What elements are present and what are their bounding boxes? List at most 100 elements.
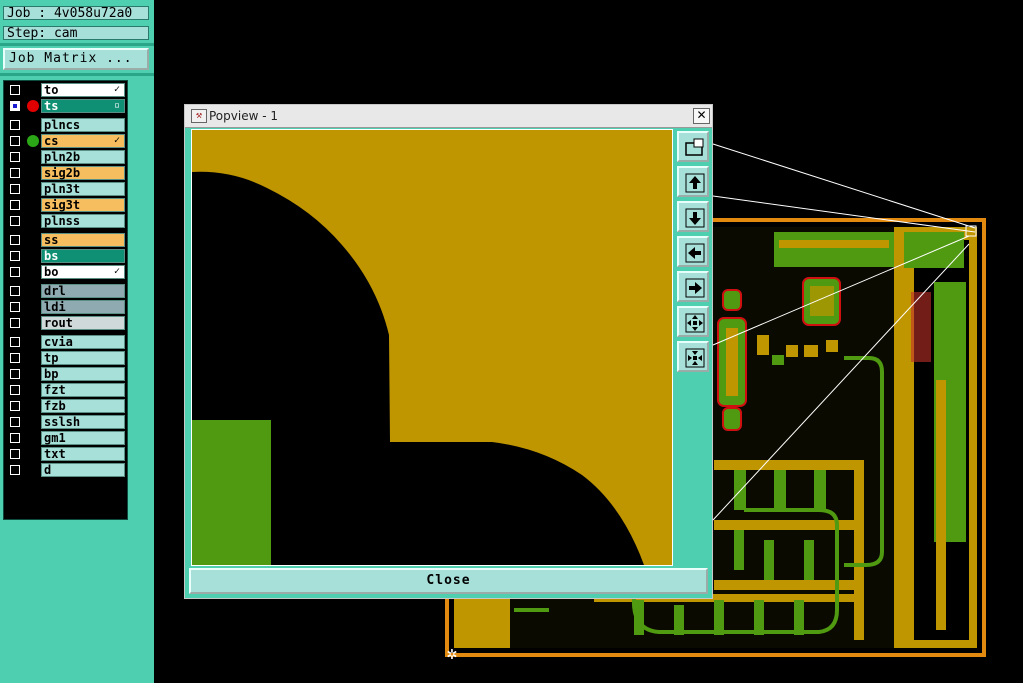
- job-matrix-button[interactable]: Job Matrix ...: [3, 48, 149, 70]
- pan-left-button[interactable]: [677, 236, 709, 267]
- layer-row-cvia[interactable]: cvia: [6, 335, 125, 349]
- layer-checkbox[interactable]: [10, 101, 20, 111]
- pan-left-icon: [685, 243, 705, 263]
- layer-list: to ✓ ts ▫ plncs cs ✓ pln2b sig2b pln3t sig3t plnss s…: [3, 80, 128, 520]
- pan-down-button[interactable]: [677, 201, 709, 232]
- pan-right-button[interactable]: [677, 271, 709, 302]
- layer-row-pln2b[interactable]: pln2b: [6, 150, 125, 164]
- popview-zoom-area[interactable]: [191, 129, 673, 566]
- layer-row-fzt[interactable]: fzt: [6, 383, 125, 397]
- pan-up-button[interactable]: [677, 166, 709, 197]
- layer-color-dot-icon[interactable]: [27, 135, 39, 147]
- layer-name[interactable]: ss: [41, 233, 125, 247]
- layer-row-tp[interactable]: tp: [6, 351, 125, 365]
- layer-color-dot-icon[interactable]: [27, 100, 39, 112]
- layer-name[interactable]: fzt: [41, 383, 125, 397]
- layer-checkbox[interactable]: [10, 433, 20, 443]
- layer-checkbox[interactable]: [10, 267, 20, 277]
- layer-row-sig2b[interactable]: sig2b: [6, 166, 125, 180]
- layer-checkbox[interactable]: [10, 235, 20, 245]
- layer-name[interactable]: gm1: [41, 431, 125, 445]
- layer-checkbox[interactable]: [10, 369, 20, 379]
- layer-name[interactable]: ldi: [41, 300, 125, 314]
- mask-area: [904, 232, 964, 268]
- layer-name[interactable]: d: [41, 463, 125, 477]
- layer-name[interactable]: sig3t: [41, 198, 125, 212]
- layer-checkbox[interactable]: [10, 401, 20, 411]
- layer-name[interactable]: pln3t: [41, 182, 125, 196]
- layer-name[interactable]: txt: [41, 447, 125, 461]
- layer-row-fzb[interactable]: fzb: [6, 399, 125, 413]
- popview-titlebar[interactable]: ⚒ Popview - 1 ✕: [185, 105, 712, 128]
- layer-row-sig3t[interactable]: sig3t: [6, 198, 125, 212]
- layer-checkbox[interactable]: [10, 85, 20, 95]
- zoom-out-button[interactable]: [677, 341, 709, 372]
- layer-marker-icon: ✓: [114, 84, 121, 95]
- layer-row-txt[interactable]: txt: [6, 447, 125, 461]
- layer-row-plnss[interactable]: plnss: [6, 214, 125, 228]
- layer-row-d[interactable]: d: [6, 463, 125, 477]
- layer-marker-icon: ✓: [114, 135, 121, 146]
- layer-checkbox[interactable]: [10, 152, 20, 162]
- layer-checkbox[interactable]: [10, 465, 20, 475]
- layer-name[interactable]: plncs: [41, 118, 125, 132]
- layer-name[interactable]: cs: [41, 134, 125, 148]
- layer-name[interactable]: pln2b: [41, 150, 125, 164]
- layer-name[interactable]: cvia: [41, 335, 125, 349]
- layer-name[interactable]: bs: [41, 249, 125, 263]
- layer-name[interactable]: rout: [41, 316, 125, 330]
- layer-row-ts[interactable]: ts ▫: [6, 99, 125, 113]
- layer-checkbox[interactable]: [10, 449, 20, 459]
- layer-name[interactable]: bo: [41, 265, 125, 279]
- layer-name[interactable]: plnss: [41, 214, 125, 228]
- layer-checkbox[interactable]: [10, 251, 20, 261]
- layer-row-drl[interactable]: drl: [6, 284, 125, 298]
- mask-area: [814, 470, 826, 510]
- layer-checkbox[interactable]: [10, 286, 20, 296]
- layer-row-gm1[interactable]: gm1: [6, 431, 125, 445]
- layer-row-bo[interactable]: bo ✓: [6, 265, 125, 279]
- layer-row-pln3t[interactable]: pln3t: [6, 182, 125, 196]
- zoom-leader-line: [712, 195, 976, 233]
- layer-row-rout[interactable]: rout: [6, 316, 125, 330]
- layer-checkbox[interactable]: [10, 318, 20, 328]
- window-close-icon[interactable]: ✕: [693, 108, 710, 124]
- layer-row-ss[interactable]: ss: [6, 233, 125, 247]
- layer-checkbox[interactable]: [10, 302, 20, 312]
- layer-name[interactable]: sig2b: [41, 166, 125, 180]
- zoom-window-button[interactable]: [677, 131, 709, 162]
- layer-checkbox[interactable]: [10, 337, 20, 347]
- zoom-in-button[interactable]: [677, 306, 709, 337]
- layer-row-bp[interactable]: bp: [6, 367, 125, 381]
- close-button[interactable]: Close: [189, 568, 708, 594]
- layer-checkbox[interactable]: [10, 184, 20, 194]
- component-small: [722, 407, 742, 431]
- layer-name[interactable]: tp: [41, 351, 125, 365]
- layer-row-to[interactable]: to ✓: [6, 83, 125, 97]
- layer-name[interactable]: sslsh: [41, 415, 125, 429]
- layer-checkbox[interactable]: [10, 136, 20, 146]
- layer-row-plncs[interactable]: plncs: [6, 118, 125, 132]
- layer-row-cs[interactable]: cs ✓: [6, 134, 125, 148]
- layer-row-bs[interactable]: bs: [6, 249, 125, 263]
- pan-up-icon: [685, 173, 705, 193]
- layer-checkbox[interactable]: [10, 353, 20, 363]
- layer-name[interactable]: to: [41, 83, 125, 97]
- layer-checkbox[interactable]: [10, 216, 20, 226]
- mask-area: [774, 232, 894, 267]
- smd-pad: [826, 340, 838, 352]
- layer-checkbox[interactable]: [10, 200, 20, 210]
- layer-checkbox[interactable]: [10, 120, 20, 130]
- layer-checkbox[interactable]: [10, 417, 20, 427]
- layer-name[interactable]: ts: [41, 99, 125, 113]
- layer-name[interactable]: drl: [41, 284, 125, 298]
- layer-row-ldi[interactable]: ldi: [6, 300, 125, 314]
- mask-area: [804, 540, 814, 580]
- layer-row-sslsh[interactable]: sslsh: [6, 415, 125, 429]
- layer-checkbox[interactable]: [10, 168, 20, 178]
- zoom-in-icon: [685, 313, 705, 333]
- copper-trace: [714, 580, 864, 590]
- layer-name[interactable]: bp: [41, 367, 125, 381]
- layer-checkbox[interactable]: [10, 385, 20, 395]
- layer-name[interactable]: fzb: [41, 399, 125, 413]
